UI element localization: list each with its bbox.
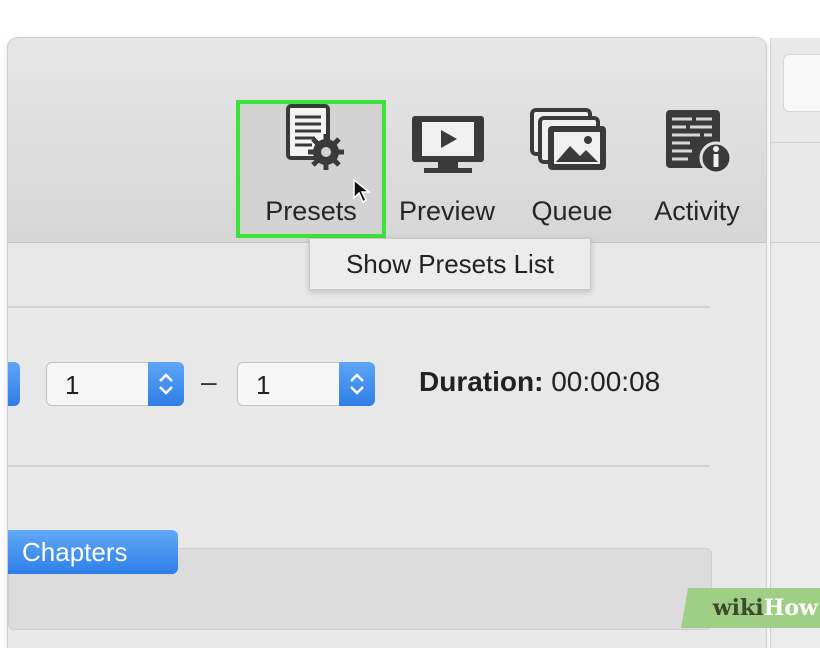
- queue-label: Queue: [531, 196, 613, 226]
- wikihow-watermark: wikiHow: [668, 588, 820, 628]
- stepper-arrows-icon[interactable]: [8, 362, 20, 406]
- stepper-arrows-icon[interactable]: [339, 362, 375, 406]
- background-window-divider: [771, 142, 820, 143]
- tab-chapters[interactable]: Chapters: [8, 530, 178, 574]
- tooltip: Show Presets List: [309, 238, 591, 290]
- main-window: Presets Preview Queue Activity 1 – 1 Dur…: [8, 38, 766, 648]
- duration-label: Duration:: [419, 366, 544, 397]
- preview-button[interactable]: Preview: [390, 100, 504, 234]
- divider-top: [8, 306, 710, 308]
- duration-readout: Duration: 00:00:08: [419, 366, 660, 398]
- activity-label: Activity: [654, 196, 740, 226]
- range-start-value: 1: [65, 370, 80, 400]
- preview-label: Preview: [398, 196, 496, 226]
- queue-button[interactable]: Queue: [518, 100, 626, 234]
- range-end-value: 1: [256, 370, 271, 400]
- cursor-arrow-icon: [353, 178, 372, 204]
- preview-icon: [412, 116, 484, 173]
- range-start-stepper[interactable]: 1: [46, 362, 184, 406]
- queue-icon: [530, 108, 606, 170]
- divider-bottom: [8, 465, 710, 467]
- watermark-how: How: [763, 595, 818, 621]
- stepper-arrows-icon[interactable]: [148, 362, 184, 406]
- watermark-wiki: wiki: [712, 595, 764, 621]
- toolbar: Presets Preview Queue Activity: [8, 38, 766, 243]
- background-window-field: [783, 54, 820, 112]
- background-window: [770, 38, 820, 648]
- range-separator: –: [201, 366, 217, 397]
- duration-value: 00:00:08: [551, 366, 661, 397]
- activity-icon: [666, 110, 733, 175]
- presets-button[interactable]: Presets: [236, 100, 386, 238]
- activity-button[interactable]: Activity: [634, 100, 760, 234]
- presets-icon: [286, 104, 344, 170]
- range-end-stepper[interactable]: 1: [237, 362, 375, 406]
